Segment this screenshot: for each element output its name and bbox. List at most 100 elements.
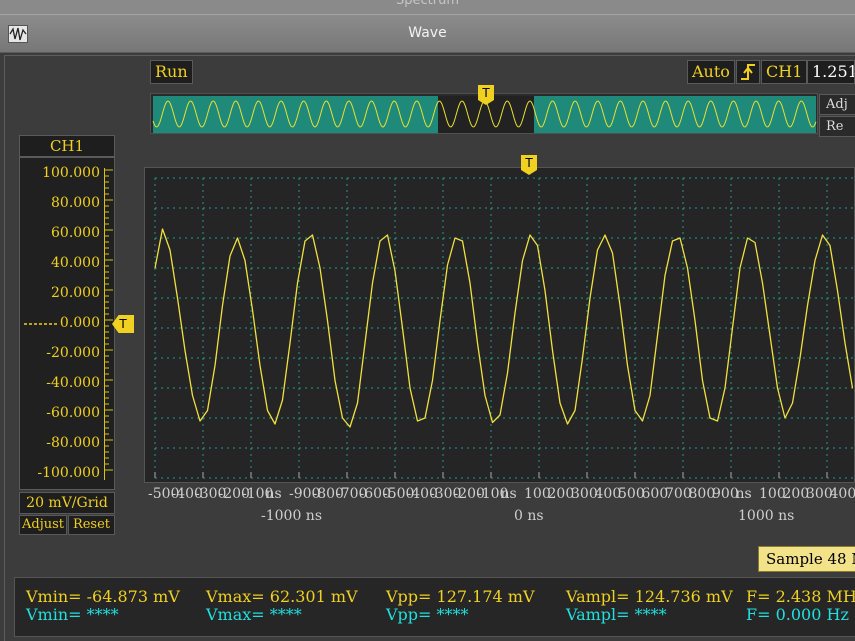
waveform-point [402, 327, 403, 329]
waveform-point [462, 240, 463, 242]
waveform-point [724, 387, 726, 389]
waveform-point [672, 240, 673, 242]
x-major-label: -1000 ns [261, 508, 323, 524]
waveform-point [664, 275, 666, 276]
waveform-point [507, 372, 508, 374]
trigger-mode-button[interactable]: Auto [687, 60, 735, 84]
rising-edge-icon[interactable] [736, 60, 760, 84]
waveform-point [342, 417, 343, 419]
waveform-point [567, 423, 568, 425]
waveform-point [499, 414, 501, 416]
ch1-frequency: F= 2.438 MHz [746, 587, 855, 606]
oscilloscope-app: Spectrum Wave Run Auto CH1 1.251 T Adj R… [0, 0, 855, 641]
waveform-point [822, 234, 823, 236]
waveform-point [244, 260, 246, 261]
waveform-point [777, 387, 778, 389]
x-minor-label: ns [500, 486, 517, 502]
waveform-point [754, 242, 756, 243]
waveform-point [514, 312, 516, 314]
x-minor-label: ns [735, 486, 752, 502]
reset-button[interactable]: Reset [68, 515, 115, 535]
waveform-point [169, 249, 171, 251]
waveform-point [199, 420, 201, 422]
waveform-point [792, 402, 793, 404]
waveform-point [469, 282, 471, 284]
waveform-plot[interactable] [144, 167, 855, 483]
waveform-point [702, 380, 703, 381]
ch2-frequency: F= 0.000 Hz [746, 605, 849, 624]
volts-per-grid[interactable]: 20 mV/Grid [19, 492, 115, 514]
ch1-vampl: Vampl= 124.736 mV [566, 587, 733, 606]
trigger-level-field[interactable]: 1.251 [807, 60, 855, 84]
waveform-point [747, 237, 748, 239]
waveform-point [627, 365, 628, 366]
trigger-channel-button[interactable]: CH1 [761, 60, 808, 84]
x-minor-label: 400 [829, 486, 855, 502]
waveform-point [319, 267, 321, 269]
waveform-point [267, 410, 268, 411]
waveform-point [192, 395, 193, 396]
waveform-point [379, 240, 381, 242]
y-tick-label: 100.000 [42, 165, 100, 181]
ch1-vmin: Vmin= -64.873 mV [26, 587, 180, 606]
y-tick-label: -20.000 [46, 345, 100, 361]
y-tick-label: 20.000 [51, 285, 100, 301]
waveform-point [484, 395, 486, 396]
previous-window-title: Spectrum [396, 0, 459, 8]
waveform-point [687, 267, 688, 269]
waveform-point [372, 282, 373, 284]
overview-reset-button[interactable]: Re [819, 116, 855, 137]
waveform-point [447, 264, 448, 266]
run-button[interactable]: Run [150, 60, 193, 84]
adjust-button[interactable]: Adjust [19, 515, 67, 535]
waveform-point [222, 305, 223, 306]
waveform-point [829, 245, 831, 246]
waveform-point [387, 234, 388, 236]
ch1-vpp: Vpp= 127.174 mV [386, 587, 535, 606]
waveform-point [837, 290, 838, 291]
waveform-point [259, 365, 261, 366]
x-major-label: 0 ns [514, 508, 544, 524]
waveform-point [394, 270, 396, 272]
waveform-point [537, 245, 538, 246]
waveform-point [762, 282, 763, 284]
window-title: Wave [408, 25, 447, 41]
waveform-point [214, 365, 216, 366]
waveform-point [642, 420, 643, 422]
waveform-point [784, 417, 786, 419]
waveform-point [604, 234, 606, 236]
previous-window-titlebar: Spectrum [0, 0, 855, 14]
ch1-vmax: Vmax= 62.301 mV [206, 587, 358, 606]
waveform-point [529, 234, 531, 236]
waveform-point [454, 237, 456, 239]
waveform-point [492, 422, 493, 423]
waveform-point [207, 410, 208, 411]
sample-rate-badge: Sample 48 MSa/s [758, 546, 855, 572]
x-minor-label: ns [265, 486, 282, 502]
waveform-point [574, 410, 576, 411]
waveform-point [649, 395, 651, 396]
waveform-point [417, 420, 418, 422]
waveform-point [304, 240, 306, 242]
waveform-point [364, 342, 366, 344]
overview-adjust-button[interactable]: Adj [819, 94, 855, 115]
waveform-point [162, 228, 163, 230]
waveform-point [732, 327, 733, 329]
waveform-point [477, 342, 478, 344]
waveform-point [229, 255, 231, 257]
window-titlebar: Wave [0, 14, 855, 53]
waveform-point [597, 249, 598, 251]
waveform-point [282, 399, 283, 401]
waveform-point [252, 309, 253, 311]
waveform-point [769, 335, 771, 336]
waveform-point [694, 320, 696, 321]
waveform-point [522, 260, 523, 261]
waveform-point [559, 402, 561, 404]
y-tick-label: 80.000 [51, 195, 100, 211]
waveform-point [439, 320, 441, 321]
waveform-point [274, 423, 276, 425]
ch2-vampl: Vampl= **** [566, 605, 667, 624]
waveform-point [544, 290, 546, 291]
waveform-point [424, 417, 426, 419]
y-tick-label: -60.000 [46, 405, 100, 421]
